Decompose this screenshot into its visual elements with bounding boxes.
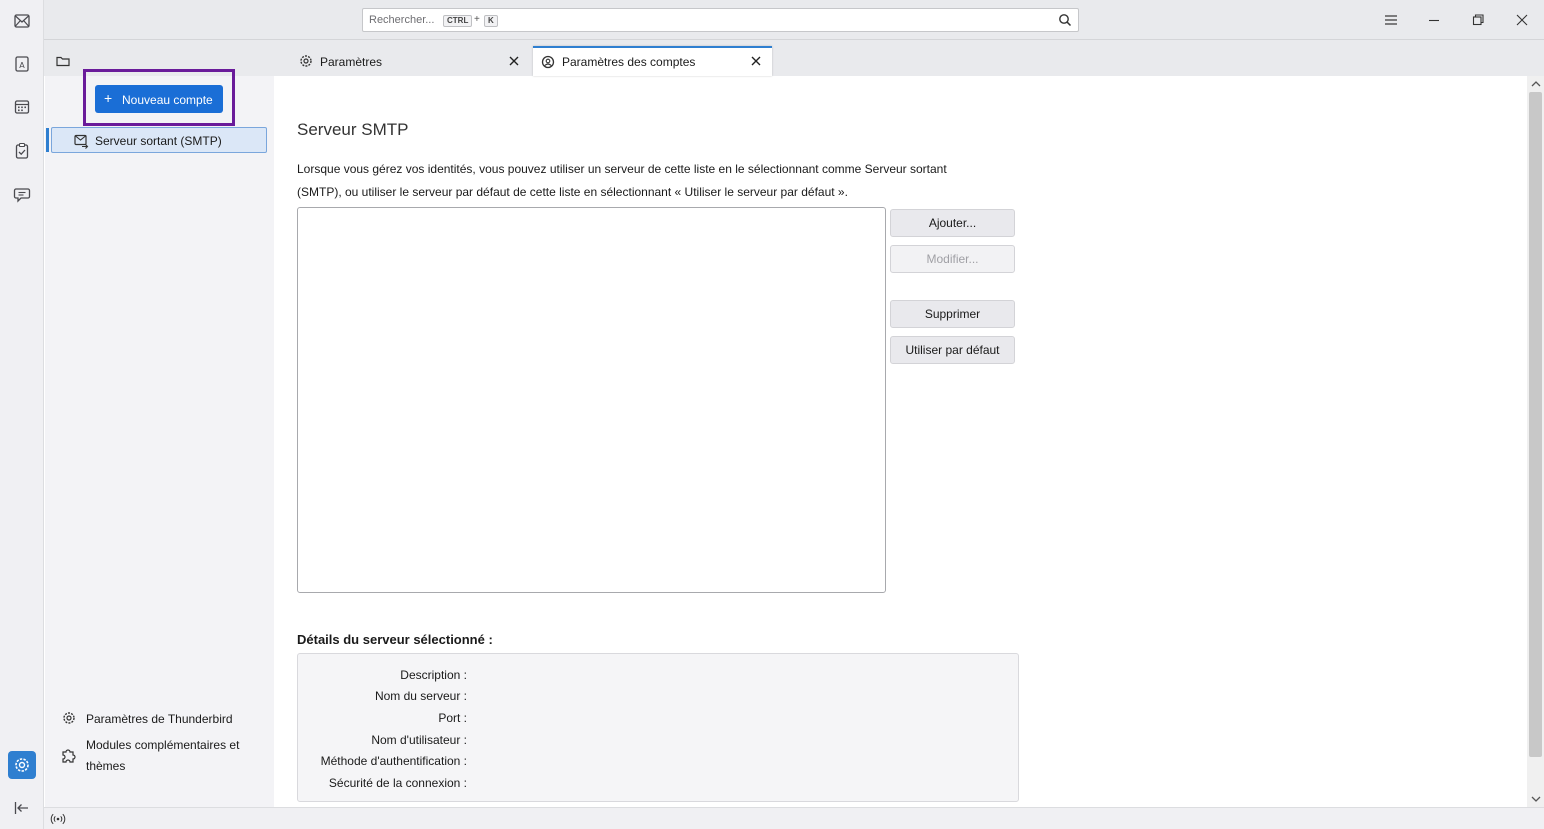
sidebar-item-smtp[interactable]: Serveur sortant (SMTP): [51, 127, 267, 153]
search-icon[interactable]: [1058, 13, 1072, 27]
gear-icon: [61, 710, 77, 726]
addons-link-line2[interactable]: thèmes: [86, 759, 125, 773]
mail-icon[interactable]: [12, 11, 32, 31]
scroll-up-icon[interactable]: [1531, 80, 1541, 88]
scroll-down-icon[interactable]: [1531, 795, 1541, 803]
thunderbird-settings-link[interactable]: Paramètres de Thunderbird: [86, 712, 233, 726]
account-settings-icon: [540, 54, 556, 70]
close-tab-icon[interactable]: [749, 54, 763, 68]
selection-accent: [46, 128, 49, 152]
status-bar: [44, 807, 1544, 829]
tasks-icon[interactable]: [12, 141, 32, 161]
add-button[interactable]: Ajouter...: [890, 209, 1015, 237]
restore-icon[interactable]: [1468, 10, 1488, 30]
detail-label-security: Sécurité de la connexion :: [328, 776, 467, 790]
gear-icon: [298, 53, 314, 69]
chat-icon[interactable]: [12, 184, 32, 204]
detail-label-username: Nom d'utilisateur :: [371, 733, 467, 747]
calendar-icon[interactable]: [12, 97, 32, 117]
search-input[interactable]: Rechercher... CTRL + K: [362, 8, 1079, 32]
folder-icon[interactable]: [55, 53, 71, 69]
edit-button[interactable]: Modifier...: [890, 245, 1015, 273]
detail-label-description: Description :: [400, 668, 467, 682]
shortcut-ctrl: CTRL: [443, 15, 473, 27]
puzzle-icon: [60, 746, 78, 764]
page-description: Lorsque vous gérez vos identités, vous p…: [297, 158, 997, 204]
collapse-toolbar-icon[interactable]: [12, 798, 32, 818]
close-window-icon[interactable]: [1512, 10, 1532, 30]
smtp-server-list[interactable]: [297, 207, 886, 593]
svg-text:A: A: [19, 61, 25, 70]
minimize-icon[interactable]: [1424, 10, 1444, 30]
detail-label-port: Port :: [438, 711, 467, 725]
detail-label-server-name: Nom du serveur :: [374, 689, 467, 703]
tab-label: Paramètres des comptes: [562, 55, 696, 69]
page-title: Serveur SMTP: [297, 120, 409, 139]
set-default-button[interactable]: Utiliser par défaut: [890, 336, 1015, 364]
shortcut-k: K: [484, 15, 498, 27]
sidebar-item-label: Serveur sortant (SMTP): [95, 134, 222, 148]
tab-label: Paramètres: [320, 55, 383, 69]
tab-parametres-des-comptes[interactable]: Paramètres des comptes: [533, 46, 772, 76]
address-book-icon[interactable]: A: [12, 54, 32, 74]
highlight-annotation-box: [83, 69, 235, 126]
settings-space-button[interactable]: [8, 751, 36, 779]
close-tab-icon[interactable]: [507, 54, 521, 68]
account-sidebar: [45, 76, 274, 807]
tab-bar: [44, 40, 1544, 76]
outgoing-server-icon: [73, 133, 89, 149]
online-status-icon[interactable]: [50, 812, 66, 826]
delete-button[interactable]: Supprimer: [890, 300, 1015, 328]
description-line: (SMTP), ou utiliser le serveur par défau…: [297, 185, 848, 199]
detail-label-auth-method: Méthode d'authentification :: [320, 754, 467, 768]
tab-parametres[interactable]: Paramètres: [288, 46, 531, 76]
app-menu-icon[interactable]: [1381, 10, 1401, 30]
shortcut-plus: +: [474, 14, 480, 25]
description-line: Lorsque vous gérez vos identités, vous p…: [297, 162, 947, 176]
details-title: Détails du serveur sélectionné :: [297, 632, 493, 647]
spaces-toolbar: [0, 0, 44, 829]
scrollbar-thumb[interactable]: [1529, 92, 1542, 757]
addons-link-line1[interactable]: Modules complémentaires et: [86, 738, 239, 752]
search-placeholder: Rechercher...: [369, 14, 435, 26]
